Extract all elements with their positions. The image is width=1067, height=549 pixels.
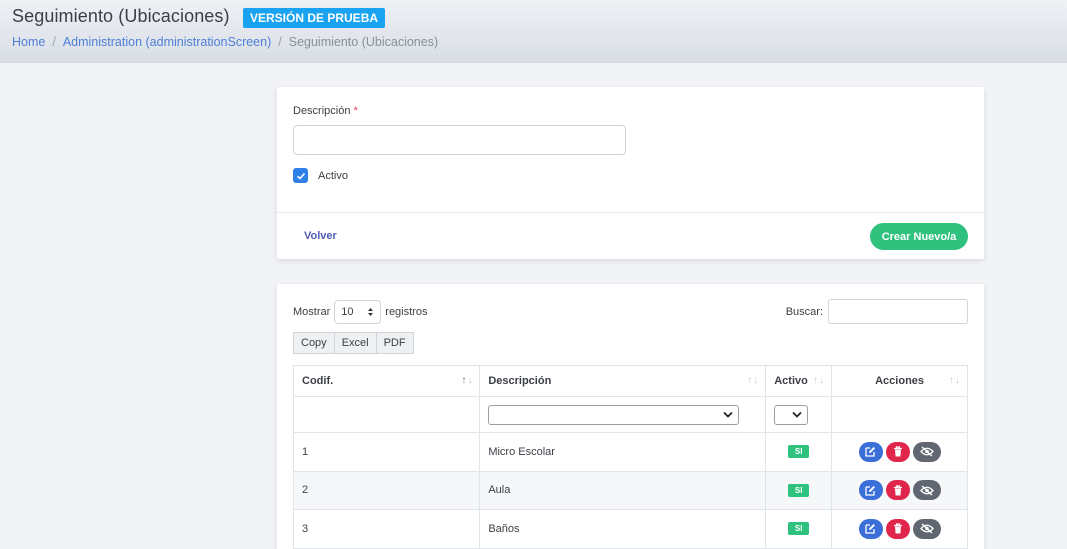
hide-button[interactable] [912, 441, 941, 462]
back-link[interactable]: Volver [304, 230, 337, 242]
active-badge: SI [788, 522, 810, 536]
required-mark: * [353, 105, 358, 117]
edit-icon [865, 524, 876, 534]
export-buttons: Copy Excel PDF [293, 332, 414, 354]
table-row: 1 Micro Escolar SI [292, 432, 968, 472]
breadcrumb: Home / Administration (administrationScr… [12, 35, 438, 49]
sort-icon: ↑↓ [949, 375, 961, 386]
breadcrumb-current: Seguimiento (Ubicaciones) [288, 35, 439, 49]
edit-button[interactable] [858, 518, 883, 539]
breadcrumb-administration[interactable]: Administration (administrationScreen) [63, 35, 271, 49]
cell-actions [831, 470, 968, 510]
delete-button[interactable] [885, 480, 910, 501]
active-badge: SI [788, 445, 810, 459]
column-header-description[interactable]: Descripción ↑↓ [479, 365, 767, 397]
search-input[interactable] [828, 299, 968, 324]
active-checkbox[interactable] [293, 168, 308, 183]
edit-button[interactable] [858, 441, 883, 462]
trash-icon [893, 446, 902, 457]
show-label: Mostrar [293, 306, 331, 318]
description-input[interactable] [293, 125, 626, 155]
filter-cell-description [479, 396, 767, 433]
cell-description: Micro Escolar [479, 432, 767, 472]
eye-slash-icon [919, 446, 934, 457]
cell-code: 2 [292, 470, 481, 510]
check-icon [296, 172, 305, 180]
breadcrumb-home[interactable]: Home [12, 35, 45, 49]
delete-button[interactable] [885, 441, 910, 462]
excel-button[interactable]: Excel [333, 332, 377, 354]
trial-badge: VERSIÓN DE PRUEBA [243, 8, 386, 28]
filter-cell-code [292, 396, 481, 433]
sort-icon: ↑↓ [461, 375, 474, 386]
active-label: Activo [318, 169, 348, 182]
copy-button[interactable]: Copy [293, 332, 335, 354]
search-control: Buscar: [786, 299, 968, 324]
breadcrumb-separator: / [52, 35, 56, 49]
cell-description: Baños [479, 509, 767, 549]
page-header: Seguimiento (Ubicaciones) VERSIÓN DE PRU… [0, 0, 1067, 63]
column-header-active[interactable]: Activo ↑↓ [765, 365, 833, 397]
hide-button[interactable] [912, 480, 941, 501]
cell-actions [831, 509, 968, 549]
records-label: registros [385, 306, 428, 318]
cell-code: 3 [292, 509, 481, 549]
page-length-control: Mostrar 10 registros [293, 300, 427, 324]
chevron-down-icon [792, 411, 802, 418]
eye-slash-icon [919, 485, 934, 496]
breadcrumb-separator: / [278, 35, 282, 49]
sort-icon: ↑↓ [747, 375, 760, 386]
filter-cell-active [765, 396, 833, 433]
trash-icon [893, 485, 902, 496]
edit-button[interactable] [858, 480, 883, 501]
table-card: Mostrar 10 registros Buscar: Copy Excel … [277, 284, 984, 549]
table-row: 3 Baños SI [292, 509, 968, 549]
sort-icon: ↑↓ [813, 375, 826, 386]
delete-button[interactable] [885, 518, 910, 539]
pdf-button[interactable]: PDF [375, 332, 414, 354]
search-label: Buscar: [785, 305, 823, 318]
page-length-select[interactable]: 10 [334, 300, 382, 324]
updown-icon [368, 308, 374, 316]
hide-button[interactable] [912, 518, 941, 539]
filter-cell-actions [831, 396, 968, 433]
chevron-down-icon [723, 411, 733, 418]
data-table: Codif. ↑↓ Descripción ↑↓ Activo ↑↓ Acciones… [292, 365, 968, 549]
cell-active: SI [765, 470, 833, 510]
cell-active: SI [765, 509, 833, 549]
eye-slash-icon [919, 523, 934, 534]
edit-icon [865, 447, 876, 457]
table-row: 2 Aula SI [292, 470, 968, 510]
cell-active: SI [765, 432, 833, 472]
cell-actions [831, 432, 968, 472]
description-filter-select[interactable] [488, 404, 740, 425]
cell-description: Aula [479, 470, 767, 510]
filter-row [292, 396, 968, 433]
active-filter-select[interactable] [774, 404, 809, 425]
column-header-code[interactable]: Codif. ↑↓ [292, 365, 481, 397]
page-title: Seguimiento (Ubicaciones) [12, 6, 230, 26]
divider [277, 212, 984, 213]
description-label: Descripción * [293, 105, 358, 117]
active-badge: SI [788, 483, 810, 497]
trash-icon [893, 523, 902, 534]
edit-icon [865, 485, 876, 496]
form-card: Descripción * Activo Volver Crear Nuevo/a [277, 87, 984, 259]
column-header-actions[interactable]: Acciones ↑↓ [831, 365, 968, 397]
create-button[interactable]: Crear Nuevo/a [870, 223, 968, 250]
active-row: Activo [293, 168, 348, 183]
cell-code: 1 [292, 432, 481, 472]
